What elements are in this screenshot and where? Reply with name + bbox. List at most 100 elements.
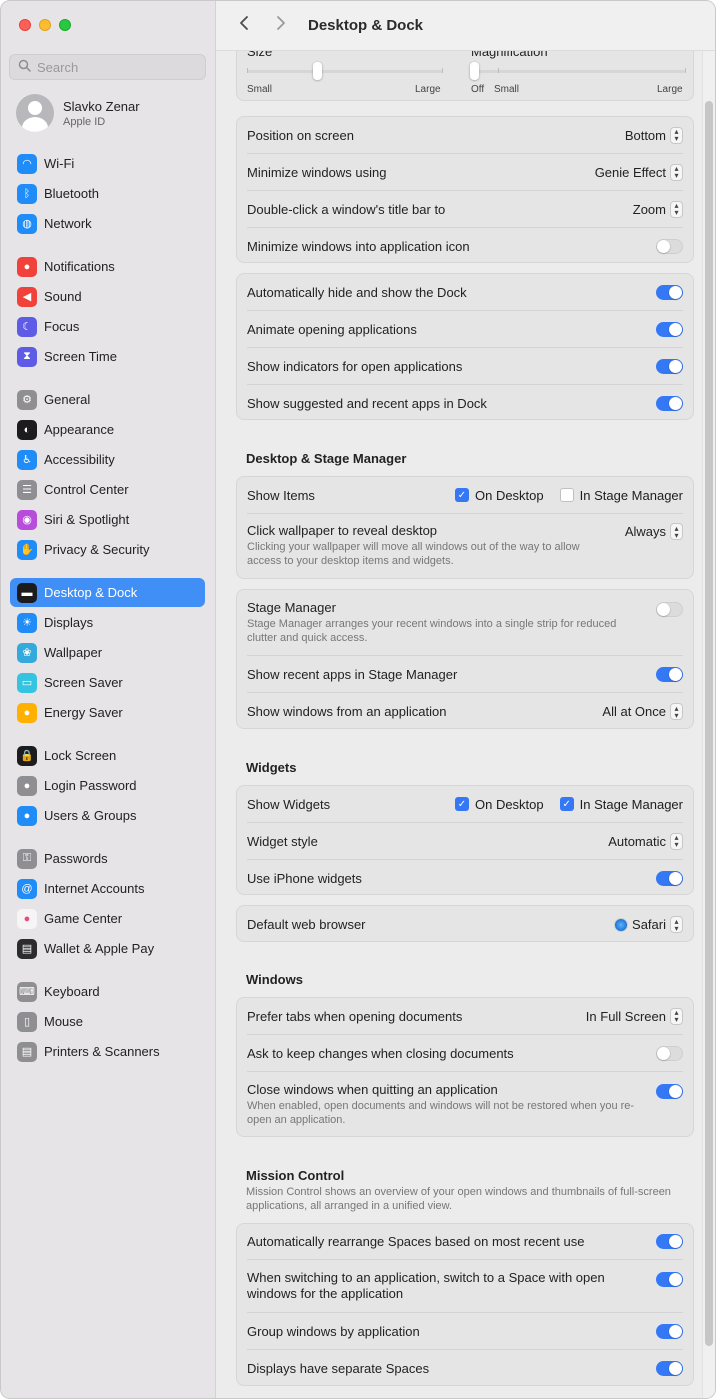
search-input[interactable]: [37, 59, 187, 75]
close-windows-toggle[interactable]: [656, 1084, 683, 1099]
chevron-right-icon: [277, 16, 285, 30]
double-click-popup[interactable]: Zoom ▴ ▾: [632, 200, 683, 218]
minimize-effect-value: Genie Effect: [594, 164, 666, 180]
sidebar-item-keyboard[interactable]: ⌨ Keyboard: [10, 977, 205, 1006]
sidebar-item-energy-saver[interactable]: ● Energy Saver: [10, 698, 205, 727]
size-slider-track[interactable]: [247, 70, 442, 73]
sidebar-item-passwords[interactable]: ⚿ Passwords: [10, 844, 205, 873]
widgets-section-heading: Widgets: [246, 760, 297, 775]
back-button[interactable]: [234, 14, 254, 37]
magnification-slider-track[interactable]: [471, 70, 685, 73]
minimize-effect-popup[interactable]: Genie Effect ▴ ▾: [594, 163, 683, 181]
sidebar-item-printers-scanners[interactable]: ▤ Printers & Scanners: [10, 1037, 205, 1066]
sidebar-item-users-groups[interactable]: ● Users & Groups: [10, 801, 205, 830]
sidebar-item-wallet-apple-pay[interactable]: ▤ Wallet & Apple Pay: [10, 934, 205, 963]
stage-manager-toggle[interactable]: [656, 602, 683, 617]
settings-content: Size Magnification Small Large Off Small…: [216, 51, 715, 1398]
minimize-icon-toggle[interactable]: [656, 238, 683, 254]
magnification-slider-knob[interactable]: [470, 62, 479, 80]
rearrange-toggle[interactable]: [656, 1234, 683, 1249]
show-items-stage-checkbox[interactable]: In Stage Manager: [559, 488, 683, 503]
sidebar-item-game-center[interactable]: ● Game Center: [10, 904, 205, 933]
sidebar-item-lock-screen[interactable]: 🔒 Lock Screen: [10, 741, 205, 770]
sidebar-item-wi-fi[interactable]: ◠ Wi-Fi: [10, 149, 205, 178]
page-title: Desktop & Dock: [308, 17, 424, 34]
widgets-desktop-checkbox[interactable]: ✓ On Desktop: [454, 797, 544, 812]
sidebar-item-notifications[interactable]: ● Notifications: [10, 252, 205, 281]
show-windows-popup[interactable]: All at Once ▴ ▾: [602, 703, 683, 720]
sidebar-item-label: Printers & Scanners: [44, 1044, 160, 1059]
apple-id-profile[interactable]: Slavko Zenar Apple ID: [16, 94, 140, 132]
minimize-icon-label: Minimize windows into application icon: [247, 238, 470, 254]
minimize-window-button[interactable]: [39, 19, 51, 31]
search-field[interactable]: [9, 54, 206, 80]
close-window-button[interactable]: [19, 19, 31, 31]
default-browser-popup[interactable]: Safari ▴ ▾: [614, 916, 683, 933]
sidebar-item-login-password[interactable]: ● Login Password: [10, 771, 205, 800]
dock-toggle-switch[interactable]: [656, 284, 683, 300]
magnification-off-label: Off: [471, 84, 485, 95]
siri-icon: ◉: [17, 509, 37, 530]
dock-toggle-switch[interactable]: [656, 321, 683, 337]
size-slider-knob[interactable]: [313, 62, 323, 80]
iphone-widgets-toggle[interactable]: [656, 870, 683, 886]
scrollbar-track[interactable]: [702, 51, 715, 1398]
sidebar-item-appearance[interactable]: ◐ Appearance: [10, 415, 205, 444]
group-windows-toggle[interactable]: [656, 1323, 683, 1339]
sidebar-item-general[interactable]: ⚙ General: [10, 385, 205, 414]
default-browser-row: Default web browser Safari ▴ ▾: [247, 906, 683, 943]
appearance-icon: ◐: [17, 419, 37, 440]
sidebar-item-screen-saver[interactable]: ▭ Screen Saver: [10, 668, 205, 697]
size-min-label: Small: [247, 84, 273, 95]
sidebar-item-label: Siri & Spotlight: [44, 512, 130, 527]
moon-icon: ☾: [17, 316, 37, 337]
sidebar-item-accessibility[interactable]: ♿ Accessibility: [10, 445, 205, 474]
sidebar-item-label: Displays: [44, 615, 94, 630]
dock-size-card: Size Magnification Small Large Off Small…: [236, 51, 694, 101]
position-popup[interactable]: Bottom ▴ ▾: [625, 126, 683, 144]
prefer-tabs-popup[interactable]: In Full Screen ▴ ▾: [586, 1007, 683, 1025]
click-wallpaper-popup[interactable]: Always ▴ ▾: [625, 523, 683, 540]
sidebar-item-focus[interactable]: ☾ Focus: [10, 312, 205, 341]
switch-space-row: When switching to an application, switch…: [247, 1260, 683, 1313]
sidebar-item-screen-time[interactable]: ⧗ Screen Time: [10, 342, 205, 371]
dock-toggle-switch[interactable]: [656, 395, 683, 411]
sidebar-item-sound[interactable]: ◀ Sound: [10, 282, 205, 311]
zoom-window-button[interactable]: [59, 19, 71, 31]
sidebar-item-mouse[interactable]: ▯ Mouse: [10, 1007, 205, 1036]
widgets-stage-label: In Stage Manager: [579, 796, 683, 812]
widgets-card: Show Widgets ✓ On Desktop ✓ In Stage Manag…: [236, 785, 694, 895]
sidebar-item-label: Users & Groups: [44, 808, 137, 823]
sidebar-item-privacy-security[interactable]: ✋ Privacy & Security: [10, 535, 205, 564]
widget-style-popup[interactable]: Automatic ▴ ▾: [608, 832, 683, 850]
show-items-desktop-checkbox[interactable]: ✓ On Desktop: [454, 488, 544, 503]
forward-button[interactable]: [271, 14, 291, 37]
gear-icon: ⚙: [17, 389, 37, 410]
scrollbar-thumb[interactable]: [705, 101, 713, 1346]
sidebar-item-displays[interactable]: ☀ Displays: [10, 608, 205, 637]
sidebar-item-bluetooth[interactable]: ᛒ Bluetooth: [10, 179, 205, 208]
widget-style-value: Automatic: [608, 833, 666, 849]
avatar: [16, 94, 54, 132]
widgets-stage-checkbox[interactable]: ✓ In Stage Manager: [559, 796, 683, 812]
double-click-value: Zoom: [632, 201, 666, 217]
profile-subtitle: Apple ID: [63, 115, 106, 128]
lightbulb-icon: ●: [17, 702, 37, 723]
switch-space-toggle[interactable]: [656, 1272, 683, 1287]
ask-keep-toggle[interactable]: [656, 1045, 683, 1061]
sidebar-item-wallpaper[interactable]: ❀ Wallpaper: [10, 638, 205, 667]
separate-spaces-toggle[interactable]: [656, 1361, 683, 1376]
sidebar-item-control-center[interactable]: ☰ Control Center: [10, 475, 205, 504]
recent-apps-toggle[interactable]: [656, 666, 683, 682]
stage-manager-label: Stage Manager: [247, 600, 336, 615]
sidebar-item-siri-spotlight[interactable]: ◉ Siri & Spotlight: [10, 505, 205, 534]
sidebar-item-internet-accounts[interactable]: @ Internet Accounts: [10, 874, 205, 903]
control-center-icon: ☰: [17, 479, 37, 500]
default-browser-label: Default web browser: [247, 917, 366, 932]
sidebar-item-desktop-dock[interactable]: ▬ Desktop & Dock: [10, 578, 205, 607]
dock-toggle-label: Show suggested and recent apps in Dock: [247, 395, 487, 411]
dock-toggle-switch[interactable]: [656, 358, 683, 374]
show-windows-value: All at Once: [602, 704, 666, 719]
sidebar-item-network[interactable]: ◍ Network: [10, 209, 205, 238]
wifi-icon: ◠: [17, 153, 37, 174]
